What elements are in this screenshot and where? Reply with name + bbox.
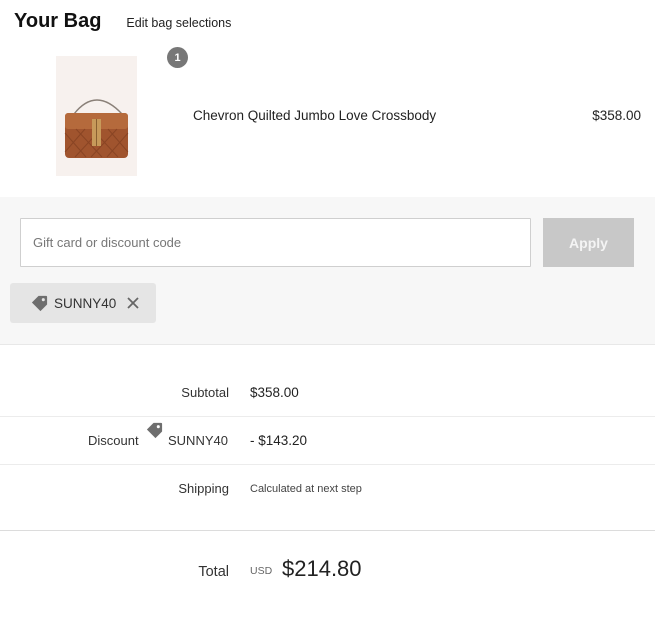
total-currency: USD — [250, 565, 273, 577]
bag-header: Your Bag Edit bag selections — [14, 10, 231, 36]
page-title: Your Bag — [14, 10, 102, 32]
discount-label: Discount — [88, 433, 139, 448]
edit-bag-link[interactable]: Edit bag selections — [126, 16, 231, 30]
quantity-badge: 1 — [167, 47, 188, 68]
applied-code-label: SUNNY40 — [54, 295, 117, 311]
tag-icon — [145, 421, 164, 440]
shipping-label: Shipping — [178, 481, 229, 496]
shipping-row: Shipping Calculated at next step — [0, 465, 655, 513]
bag-line-item: 1 Chevron Quilted Jumbo Love Crossbody $… — [0, 44, 655, 194]
product-price: $358.00 — [592, 108, 641, 123]
apply-button[interactable]: Apply — [543, 218, 634, 267]
crossbody-bag-image — [64, 99, 129, 158]
close-icon[interactable] — [125, 295, 141, 311]
product-image[interactable] — [56, 56, 137, 176]
applied-discount-chip: SUNNY40 — [10, 283, 156, 323]
total-amount: $214.80 — [282, 556, 362, 581]
total-label: Total — [198, 564, 229, 580]
subtotal-row: Subtotal $358.00 — [0, 369, 655, 417]
tag-icon — [30, 294, 49, 313]
subtotal-value: $358.00 — [250, 385, 299, 400]
product-name[interactable]: Chevron Quilted Jumbo Love Crossbody — [193, 108, 436, 123]
total-row: Total USD $214.80 — [0, 550, 655, 594]
discount-code-input[interactable] — [20, 218, 531, 267]
discount-panel: Apply SUNNY40 — [0, 197, 655, 345]
discount-value: - $143.20 — [250, 433, 308, 448]
shipping-value: Calculated at next step — [250, 483, 362, 495]
summary-divider — [0, 530, 655, 531]
discount-code: SUNNY40 — [168, 433, 228, 448]
discount-row: Discount SUNNY40 - $143.20 — [0, 417, 655, 465]
subtotal-label: Subtotal — [181, 385, 229, 400]
